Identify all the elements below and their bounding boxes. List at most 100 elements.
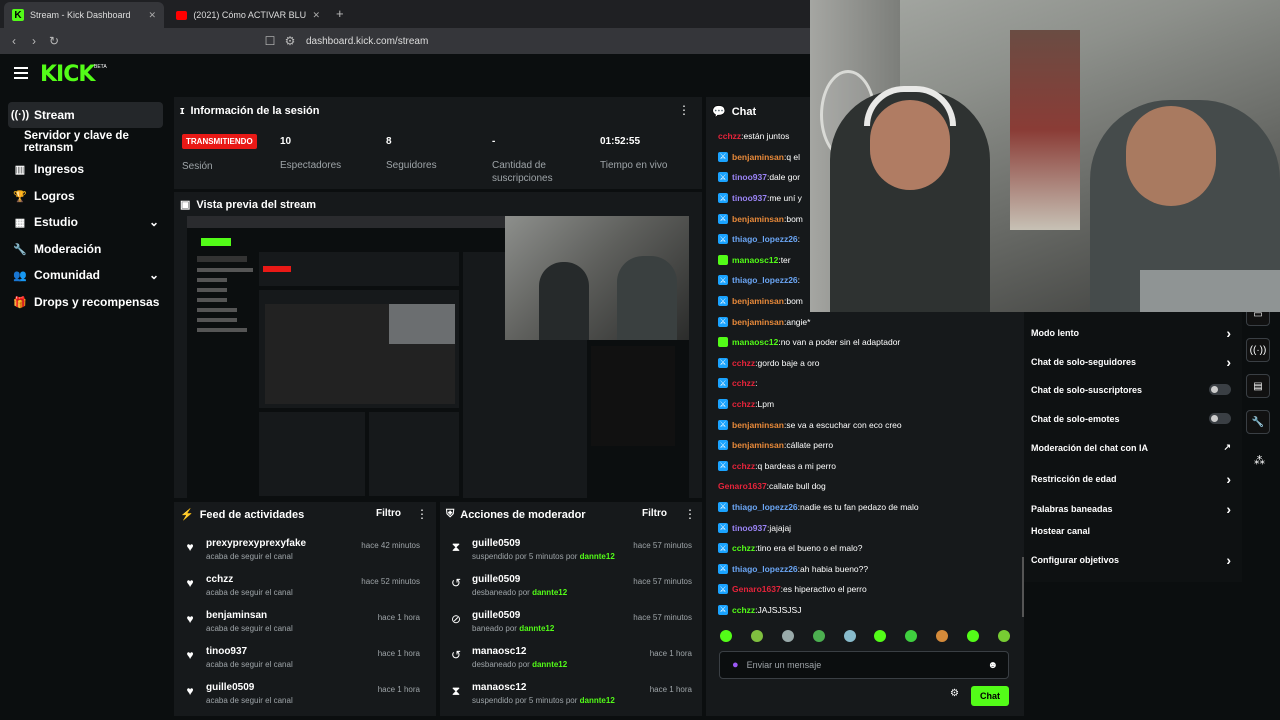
chat-username[interactable]: benjaminsan [732,296,784,306]
url-field[interactable]: dashboard.kick.com/stream [306,36,428,47]
chat-setting-item[interactable]: Moderación del chat con IA ↗ [1031,442,1231,453]
mod-filter-button[interactable]: Filtro [642,508,667,519]
reload-icon[interactable]: ↻ [44,34,64,48]
browser-tab-youtube[interactable]: (2021) Cómo ACTIVAR BLUETOOTH e... ✕ [168,2,328,28]
chat-username[interactable]: thiago_lopezz26 [732,234,798,244]
broadcast-icon[interactable]: ((·)) [1246,338,1270,362]
list-item: ♥ guille0509 acaba de seguir el canal hac… [184,682,420,718]
mod-actions-panel: ⛨ Acciones de moderador Filtro ⋮ ⧗ guill… [440,502,702,716]
toggle-switch[interactable] [1209,413,1231,424]
sidebar-item-server-key[interactable]: Servidor y clave de retransm [18,129,178,155]
chat-setting-item[interactable]: Chat de solo-suscriptores [1031,384,1231,395]
sidebar-item-ingresos[interactable]: ▥ Ingresos [8,156,163,182]
chat-username[interactable]: cchzz [732,605,755,615]
chat-text: angie* [786,316,811,327]
list-item: ♥ prexyprexyprexyfake acaba de seguir el … [184,538,420,574]
close-tab-icon[interactable]: ✕ [312,10,320,21]
sidebar-item-moderacion[interactable]: 🔧 Moderación [8,236,163,262]
hamburger-menu-icon[interactable] [14,67,28,79]
more-options-icon[interactable]: ⋮ [416,507,428,521]
chat-message: ⚔ cchzz: gordo baje a oro [718,353,1018,374]
bookmark-icon[interactable]: ☐ [260,34,280,48]
microphone-icon[interactable]: ● [732,659,739,671]
emote-icon[interactable] [781,630,794,642]
chat-username[interactable]: cchzz [732,399,755,409]
emote-icon[interactable] [936,630,949,642]
moderator-badge-icon: ⚔ [718,151,728,162]
chat-setting-item[interactable]: Configurar objetivos › [1031,552,1231,568]
chat-username[interactable]: thiago_lopezz26 [732,564,798,574]
emote-icon[interactable] [967,630,979,642]
stat-followers: 8 Seguidores [386,136,437,171]
chat-username[interactable]: tinoo937 [732,172,767,182]
chat-setting-item[interactable]: Palabras baneadas › [1031,501,1231,517]
list-item: ⧗ manaosc12 suspendido por 5 minutos por … [451,682,692,705]
heart-icon: ♥ [186,684,194,698]
chat-username[interactable]: cchzz [732,358,755,368]
chat-username[interactable]: benjaminsan [732,317,784,327]
apps-icon[interactable]: ⁂ [1254,454,1265,467]
emote-icon[interactable] [905,630,918,642]
chat-username[interactable]: cchzz [718,131,741,141]
community-icon: 👥 [13,269,27,282]
chat-username[interactable]: Genaro1637 [718,481,767,491]
chat-text: están juntos [743,131,790,142]
emote-icon[interactable] [874,630,887,642]
chat-setting-item[interactable]: Chat de solo-seguidores › [1031,354,1231,370]
activity-filter-button[interactable]: Filtro [376,508,401,519]
emoji-icon[interactable]: ☻ [987,660,998,671]
wrench-icon[interactable]: 🔧 [1246,410,1270,434]
chat-username[interactable]: manaosc12 [732,337,778,347]
stream-preview-video[interactable] [187,216,689,498]
chat-text: gordo baje a oro [757,357,820,368]
emote-icon[interactable] [750,630,763,642]
chat-username[interactable]: benjaminsan [732,214,784,224]
toggle-switch[interactable] [1209,384,1231,395]
chat-setting-item[interactable]: Hostear canal [1031,526,1231,536]
emote-icon[interactable] [843,630,856,642]
emote-icon[interactable] [997,630,1010,642]
chat-username[interactable]: cchzz [732,461,755,471]
sidebar-item-estudio[interactable]: ▦ Estudio ⌄ [8,209,163,235]
browser-tab-kick[interactable]: K Stream - Kick Dashboard ✕ [4,2,164,28]
moderator-badge-icon: ⚔ [718,419,728,430]
chat-username[interactable]: Genaro1637 [732,584,781,594]
forward-icon[interactable]: › [24,34,44,48]
emote-icon[interactable] [720,630,732,642]
dashboard-icon[interactable]: ▤ [1246,374,1270,398]
chat-setting-item[interactable]: Modo lento › [1031,325,1231,341]
chat-text: tino era el bueno o el malo? [757,543,863,554]
chat-input[interactable]: ● Enviar un mensaje ☻ [719,651,1009,679]
sidebar-item-stream[interactable]: ((·)) Stream [8,102,163,128]
chat-username[interactable]: cchzz [732,543,755,553]
emote-icon[interactable] [812,630,825,642]
kick-logo[interactable]: KICK [40,62,95,87]
site-info-icon[interactable]: ⚙ [280,34,300,48]
more-options-icon[interactable]: ⋮ [678,103,690,117]
send-chat-button[interactable]: Chat [971,686,1009,706]
chat-username[interactable]: thiago_lopezz26 [732,502,798,512]
sidebar-item-logros[interactable]: 🏆 Logros [8,183,163,209]
close-tab-icon[interactable]: ✕ [148,10,156,21]
activity-list: ♥ prexyprexyprexyfake acaba de seguir el … [184,538,420,718]
chat-settings-gear-icon[interactable]: ⚙ [950,688,959,699]
chat-input-placeholder: Enviar un mensaje [746,660,822,670]
chat-username[interactable]: tinoo937 [732,193,767,203]
chat-setting-item[interactable]: Restricción de edad › [1031,471,1231,487]
chat-setting-label: Restricción de edad [1031,474,1117,484]
back-icon[interactable]: ‹ [4,34,24,48]
chevron-down-icon: ⌄ [148,215,159,229]
chat-setting-item[interactable]: Chat de solo-emotes [1031,413,1231,424]
sidebar-item-comunidad[interactable]: 👥 Comunidad ⌄ [8,262,163,288]
chat-username[interactable]: thiago_lopezz26 [732,275,798,285]
new-tab-icon[interactable]: + [336,6,344,21]
chat-username[interactable]: benjaminsan [732,420,784,430]
chat-username[interactable]: benjaminsan [732,152,784,162]
chat-username[interactable]: manaosc12 [732,255,778,265]
chat-username[interactable]: cchzz [732,378,755,388]
chat-username[interactable]: benjaminsan [732,440,784,450]
more-options-icon[interactable]: ⋮ [684,507,696,521]
sidebar-item-drops[interactable]: 🎁 Drops y recompensas [8,289,163,315]
chat-username[interactable]: tinoo937 [732,523,767,533]
hourglass-icon: ⧗ [451,540,461,554]
